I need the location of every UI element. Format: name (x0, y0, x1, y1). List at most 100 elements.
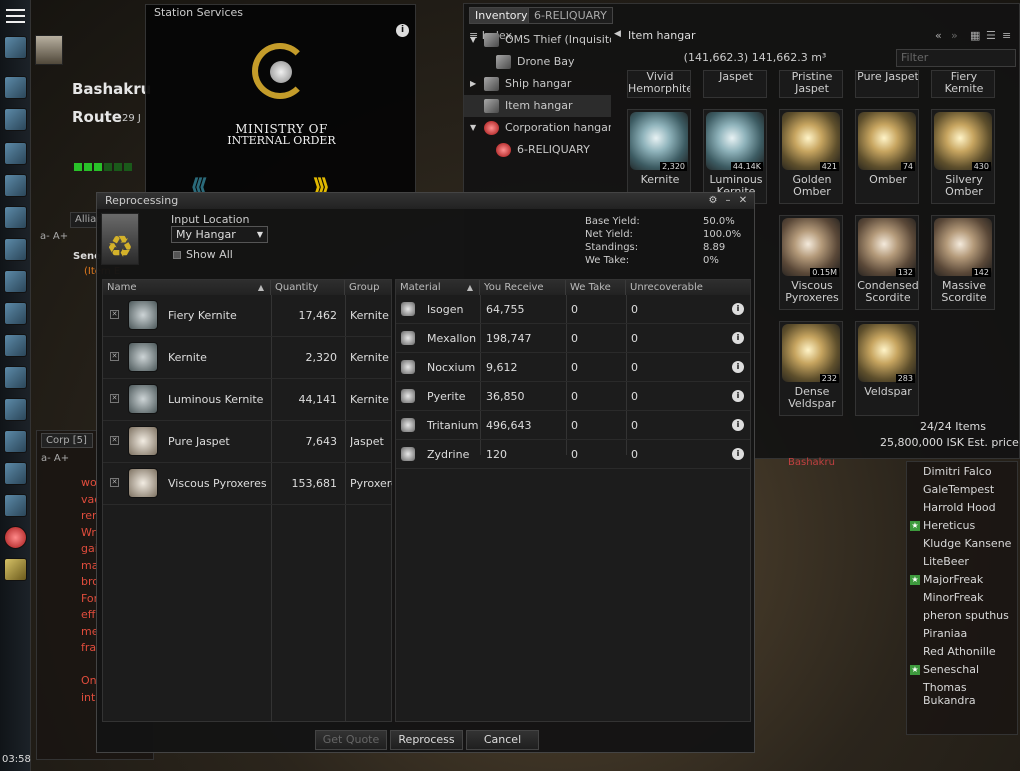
inventory-item[interactable]: 421 Golden Omber (779, 109, 843, 204)
menu-icon[interactable] (3, 5, 28, 27)
info-icon[interactable]: i (396, 24, 409, 37)
inventory-item[interactable]: Jaspet (703, 70, 767, 98)
member-name[interactable]: Hereticus (923, 519, 975, 532)
info-icon[interactable]: i (732, 361, 744, 373)
market-icon[interactable] (4, 238, 27, 261)
science-icon[interactable] (4, 398, 27, 421)
back-arrow-icon[interactable]: ◀ (614, 29, 621, 39)
map-icon[interactable] (4, 174, 27, 197)
member-name[interactable]: Piraniaa (923, 627, 967, 640)
member-name[interactable]: Red Athonille (923, 645, 996, 658)
tab-corp[interactable]: Corp [5] (41, 433, 93, 448)
member-name[interactable]: MajorFreak (923, 573, 983, 586)
remove-icon[interactable]: ✕ (110, 394, 119, 403)
people-icon[interactable] (4, 76, 27, 99)
table-row[interactable]: ✕ Fiery Kernite 17,462 Kernite (103, 295, 391, 337)
nav-back-icon[interactable]: « (935, 29, 942, 42)
remove-icon[interactable]: ✕ (110, 352, 119, 361)
close-icon[interactable]: ✕ (737, 195, 749, 207)
industry-icon[interactable] (4, 270, 27, 293)
nav-forward-icon[interactable]: » (951, 29, 958, 42)
tree-item[interactable]: Drone Bay (464, 51, 611, 73)
member-name[interactable]: Thomas Bukandra (923, 681, 1017, 707)
col-you-receive-header[interactable]: You Receive (480, 280, 566, 295)
tab-6-reliquary[interactable]: 6-RELIQUARY (528, 7, 613, 24)
table-row[interactable]: Tritanium 496,643 0 0 i (396, 411, 750, 440)
expand-right-icon[interactable]: ▶ (470, 73, 476, 95)
inventory-item[interactable]: 74 Omber (855, 109, 919, 204)
filter-input[interactable]: Filter (896, 49, 1016, 67)
cube-icon[interactable] (4, 366, 27, 389)
tree-item[interactable]: ▶ Ship hangar (464, 73, 611, 95)
col-unrecoverable-header[interactable]: Unrecoverable (626, 280, 750, 295)
inventory-item[interactable]: 232 Dense Veldspar (779, 321, 843, 416)
member-name[interactable]: Dimitri Falco (923, 465, 992, 478)
font-size-control[interactable]: a- A+ (41, 453, 69, 464)
member-name[interactable]: Harrold Hood (923, 501, 996, 514)
table-row[interactable]: ✕ Luminous Kernite 44,141 Kernite (103, 379, 391, 421)
star-icon[interactable] (4, 302, 27, 325)
member-name[interactable]: Seneschal (923, 663, 979, 676)
inventory-item[interactable]: 430 Silvery Omber (931, 109, 995, 204)
remove-icon[interactable]: ✕ (110, 310, 119, 319)
remove-icon[interactable]: ✕ (110, 436, 119, 445)
settings-icon[interactable]: ⚙ (707, 195, 719, 207)
icon-view-icon[interactable]: ▦ (970, 29, 980, 42)
col-quantity-header[interactable]: Quantity (271, 280, 345, 295)
notepad-icon[interactable] (4, 494, 27, 517)
expand-down-icon[interactable]: ▼ (470, 117, 476, 139)
get-quote-button[interactable]: Get Quote (315, 730, 387, 750)
inventory-item[interactable]: 283 Veldspar (855, 321, 919, 416)
col-name-header[interactable]: Name ▲ (103, 280, 271, 295)
tree-item[interactable]: ▼ OMS Thief (Inquisito (464, 29, 611, 51)
inventory-item[interactable]: Pure Jaspet (855, 70, 919, 98)
assets-icon[interactable] (4, 206, 27, 229)
font-size-control[interactable]: a- A+ (40, 231, 68, 242)
info-icon[interactable]: i (732, 303, 744, 315)
table-row[interactable]: ✕ Kernite 2,320 Kernite (103, 337, 391, 379)
inventory-item[interactable]: Pristine Jaspet (779, 70, 843, 98)
calendar-icon[interactable] (4, 526, 27, 549)
reprocess-icon[interactable] (4, 558, 27, 581)
member-name[interactable]: LiteBeer (923, 555, 969, 568)
cancel-button[interactable]: Cancel (466, 730, 539, 750)
journal-icon[interactable] (4, 430, 27, 453)
table-row[interactable]: Nocxium 9,612 0 0 i (396, 353, 750, 382)
info-icon[interactable]: i (732, 390, 744, 402)
details-view-icon[interactable]: ☰ (986, 29, 996, 42)
tree-item[interactable]: 6-RELIQUARY (464, 139, 611, 161)
tree-item[interactable]: ▼ Corporation hangars (464, 117, 611, 139)
col-material-header[interactable]: Material ▲ (396, 280, 480, 295)
table-row[interactable]: Pyerite 36,850 0 0 i (396, 382, 750, 411)
expand-down-icon[interactable]: ▼ (470, 29, 476, 51)
inventory-item[interactable]: 132 Condensed Scordite (855, 215, 919, 310)
remove-icon[interactable]: ✕ (110, 478, 119, 487)
inventory-item[interactable]: 2,320 Kernite (627, 109, 691, 204)
col-we-take-header[interactable]: We Take (566, 280, 626, 295)
info-icon[interactable]: i (732, 332, 744, 344)
info-icon[interactable]: i (732, 448, 744, 460)
ship-fitting-icon[interactable] (4, 108, 27, 131)
table-row[interactable]: Isogen 64,755 0 0 i (396, 295, 750, 324)
search-icon[interactable] (4, 142, 27, 165)
minimize-icon[interactable]: – (722, 195, 734, 207)
inventory-item[interactable]: 0.15M Viscous Pyroxeres (779, 215, 843, 310)
member-name[interactable]: GaleTempest (923, 483, 994, 496)
input-location-select[interactable]: My Hangar ▼ (171, 226, 268, 243)
avatar[interactable] (35, 35, 63, 65)
table-row[interactable]: Mexallon 198,747 0 0 i (396, 324, 750, 353)
tree-item[interactable]: Item hangar (464, 95, 611, 117)
inventory-item[interactable]: Fiery Kernite (931, 70, 995, 98)
col-group-header[interactable]: Group (345, 280, 391, 295)
reprocess-button[interactable]: Reprocess (390, 730, 463, 750)
table-row[interactable]: ✕ Pure Jaspet 7,643 Jaspet (103, 421, 391, 463)
inventory-item[interactable]: 44.14KLuminous Kernite (703, 109, 767, 204)
table-row[interactable]: ✕ Viscous Pyroxeres 153,681 Pyroxeres (103, 463, 392, 505)
character-portrait-icon[interactable] (4, 36, 27, 59)
inventory-item[interactable]: 142 Massive Scordite (931, 215, 995, 310)
table-row[interactable]: Zydrine 120 0 0 i (396, 440, 750, 469)
member-name[interactable]: Kludge Kansene (923, 537, 1011, 550)
wallet-icon[interactable] (4, 462, 27, 485)
network-icon[interactable] (4, 334, 27, 357)
list-view-icon[interactable]: ≡ (1002, 29, 1011, 42)
